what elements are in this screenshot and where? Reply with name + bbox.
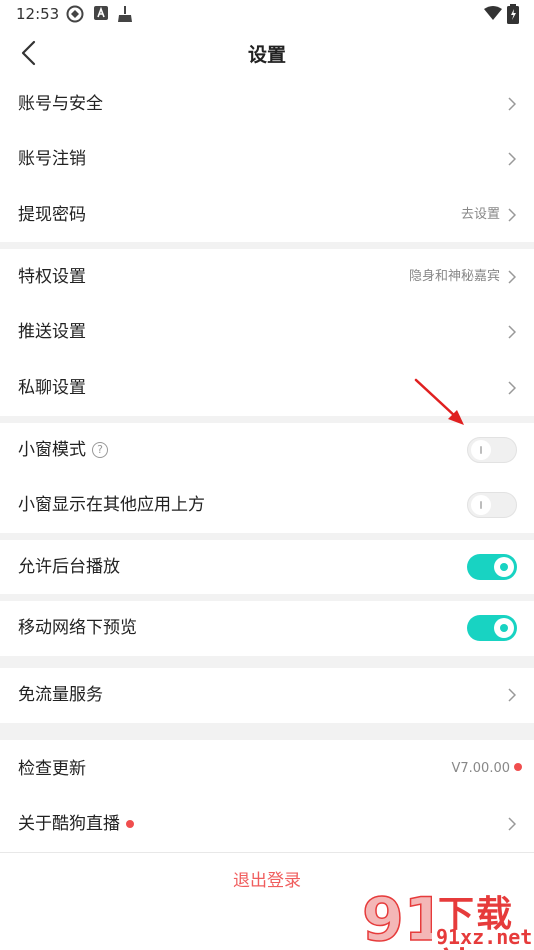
watermark-logo-digits: 91: [362, 885, 432, 948]
mini-window-toggle[interactable]: [467, 437, 517, 463]
broom-icon: [118, 6, 132, 22]
settings-item-label: 账号与安全: [18, 94, 103, 114]
settings-item-mobile-preview: 移动网络下预览: [0, 600, 534, 656]
settings-item-label: 特权设置: [18, 267, 86, 287]
mobile-preview-toggle[interactable]: [467, 615, 517, 641]
version-value: V7.00.00: [451, 761, 510, 776]
toggle-knob: [494, 618, 514, 638]
about-badge: [126, 820, 134, 828]
status-time: 12:53: [16, 5, 60, 23]
settings-item-account-deletion[interactable]: 账号注销: [0, 131, 534, 187]
section-divider: [0, 723, 534, 740]
section-divider: [0, 242, 534, 249]
settings-item-push[interactable]: 推送设置: [0, 304, 534, 360]
settings-item-label: 关于酷狗直播: [18, 814, 120, 834]
chevron-right-icon: [508, 381, 516, 395]
settings-item-label: 账号注销: [18, 149, 86, 169]
settings-item-label: 推送设置: [18, 322, 86, 342]
settings-item-label: 提现密码: [18, 205, 86, 225]
toggle-knob: [494, 557, 514, 577]
mini-window-over-apps-toggle[interactable]: [467, 492, 517, 518]
section-divider: [0, 852, 534, 853]
background-play-toggle[interactable]: [467, 554, 517, 580]
sync-icon: [66, 5, 84, 23]
wifi-icon: [484, 6, 502, 20]
app-notification-icon: [94, 6, 108, 20]
chevron-right-icon: [508, 270, 516, 284]
settings-item-label: 检查更新: [18, 759, 86, 779]
chevron-right-icon: [508, 688, 516, 702]
annotation-arrow-icon: [414, 378, 464, 425]
settings-item-mini-window-over-apps: 小窗显示在其他应用上方: [0, 477, 534, 533]
settings-item-label: 小窗显示在其他应用上方: [18, 495, 205, 515]
settings-item-label: 允许后台播放: [18, 557, 120, 577]
chevron-right-icon: [508, 208, 516, 222]
chevron-right-icon: [508, 152, 516, 166]
chevron-right-icon: [508, 325, 516, 339]
help-icon[interactable]: ?: [92, 442, 108, 458]
settings-item-label: 私聊设置: [18, 378, 86, 398]
chevron-right-icon: [508, 97, 516, 111]
settings-item-label: 免流量服务: [18, 685, 103, 705]
settings-item-privilege[interactable]: 特权设置 隐身和神秘嘉宾: [0, 249, 534, 305]
settings-item-background-play: 允许后台播放: [0, 539, 534, 595]
update-badge: [514, 763, 522, 771]
settings-item-withdraw-password[interactable]: 提现密码 去设置: [0, 187, 534, 243]
settings-item-free-data[interactable]: 免流量服务: [0, 667, 534, 723]
watermark-logo-icon: 91: [361, 884, 432, 948]
settings-item-label: 移动网络下预览: [18, 618, 137, 638]
settings-item-value: 隐身和神秘嘉宾: [408, 269, 500, 284]
watermark-url: 91xz.net: [436, 925, 533, 949]
settings-item-label: 小窗模式: [18, 440, 86, 460]
toggle-knob: [471, 495, 491, 515]
toggle-knob: [471, 440, 491, 460]
status-bar: 12:53: [0, 0, 534, 28]
settings-item-value: 去设置: [460, 207, 500, 222]
page-title: 设置: [247, 44, 286, 66]
settings-item-account-security[interactable]: 账号与安全: [0, 76, 534, 132]
settings-item-about[interactable]: 关于酷狗直播: [0, 796, 534, 852]
battery-icon: [507, 4, 519, 24]
chevron-right-icon: [508, 817, 516, 831]
settings-item-check-update[interactable]: 检查更新 V7.00.00: [0, 741, 534, 797]
title-bar: 设置: [0, 28, 534, 76]
